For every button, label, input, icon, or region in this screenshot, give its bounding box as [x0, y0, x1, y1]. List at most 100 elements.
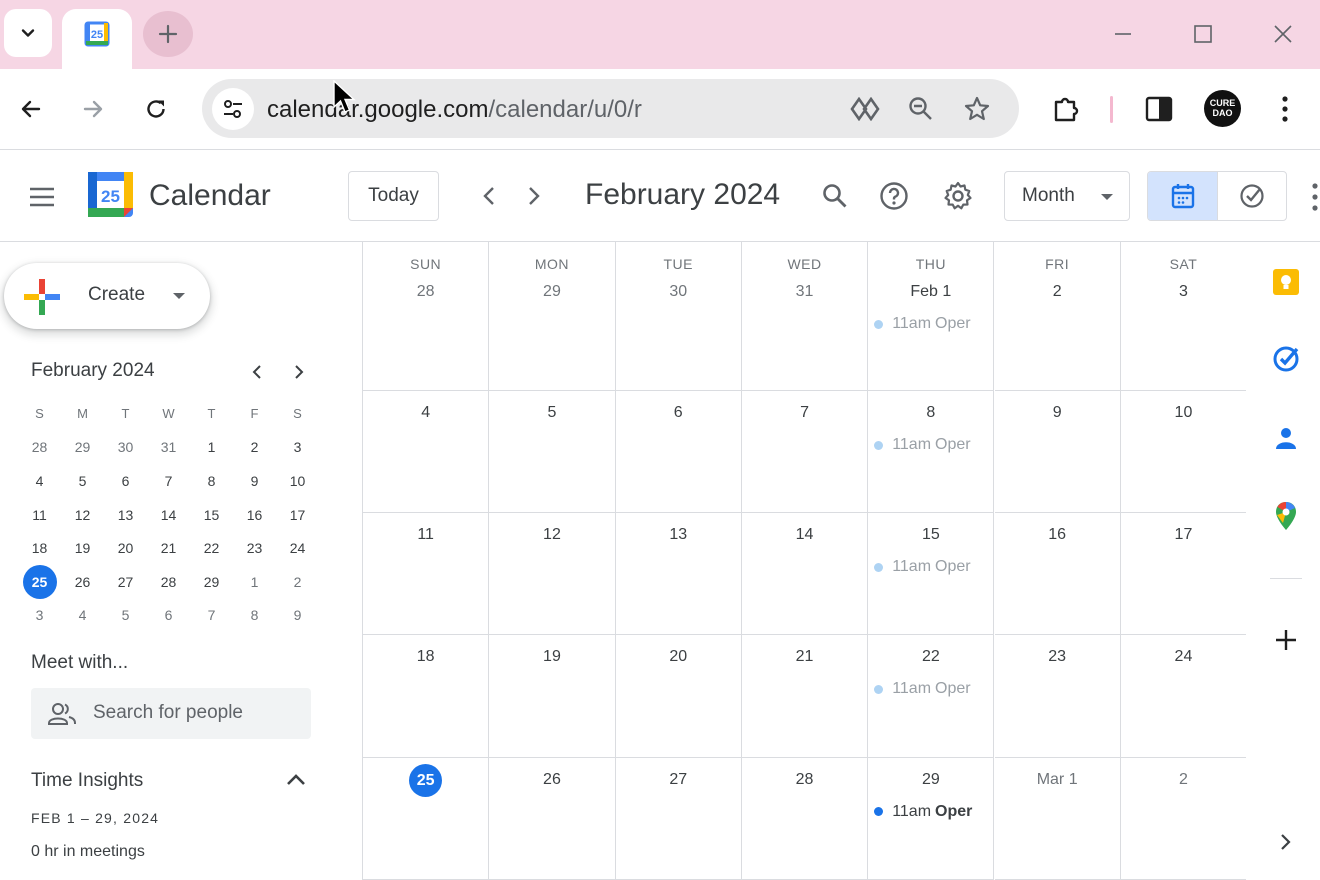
maps-button[interactable]	[1270, 500, 1302, 532]
month-day-cell[interactable]: WED 31	[741, 242, 869, 391]
month-day-cell[interactable]: 2	[1120, 757, 1248, 880]
day-number[interactable]: 29	[489, 283, 614, 301]
close-window-button[interactable]	[1263, 14, 1303, 54]
mini-calendar-day[interactable]: 1	[190, 431, 233, 465]
month-day-cell[interactable]: SUN 28	[363, 242, 490, 391]
mini-calendar-day[interactable]: 29	[61, 431, 104, 465]
mini-calendar-day[interactable]: 21	[147, 531, 190, 565]
mini-calendar-day[interactable]: 13	[104, 498, 147, 532]
day-number[interactable]: 21	[742, 648, 867, 666]
month-day-cell[interactable]: 23	[994, 635, 1121, 758]
mini-calendar-day[interactable]: 12	[61, 498, 104, 532]
mini-calendar-day[interactable]: 29	[190, 565, 233, 599]
day-number[interactable]: 26	[489, 771, 614, 789]
site-info-button[interactable]	[212, 88, 254, 130]
day-number[interactable]: 3	[1121, 283, 1246, 301]
day-number[interactable]: 12	[489, 526, 614, 544]
view-switcher-dropdown[interactable]: Month	[1004, 171, 1130, 221]
search-people-input[interactable]: Search for people	[31, 688, 311, 739]
extensions-button[interactable]	[1046, 89, 1086, 129]
mini-calendar-day[interactable]: 5	[104, 599, 147, 633]
day-number[interactable]: 22	[868, 648, 993, 666]
day-number[interactable]: 11	[363, 526, 488, 544]
day-number[interactable]: 14	[742, 526, 867, 544]
mini-calendar-day[interactable]: 31	[147, 431, 190, 465]
mini-calendar-day[interactable]: 15	[190, 498, 233, 532]
month-day-cell[interactable]: 15 11am Oper	[868, 513, 995, 635]
mini-calendar-previous-button[interactable]	[243, 358, 271, 386]
show-side-panel-button[interactable]	[1270, 826, 1302, 858]
month-day-cell[interactable]: 17	[1120, 513, 1248, 635]
month-day-cell[interactable]: 26	[489, 757, 616, 880]
more-options-icon[interactable]	[1305, 181, 1320, 213]
day-number[interactable]: 16	[995, 526, 1120, 544]
url-text[interactable]: calendar.google.com/calendar/u/0/r	[267, 96, 642, 124]
month-day-cell[interactable]: 4	[363, 391, 490, 513]
mini-calendar-day[interactable]: 1	[233, 565, 276, 599]
month-day-cell[interactable]: FRI 2	[994, 242, 1121, 391]
browser-menu-button[interactable]	[1265, 89, 1305, 129]
event-chip[interactable]: 11am Oper	[874, 680, 992, 698]
keep-button[interactable]	[1270, 266, 1302, 298]
tasks-view-toggle[interactable]	[1217, 172, 1286, 220]
zoom-button[interactable]	[901, 89, 941, 129]
reload-button[interactable]	[136, 89, 176, 129]
mini-calendar-day[interactable]: 28	[147, 565, 190, 599]
month-day-cell[interactable]: THU Feb 1 11am Oper	[868, 242, 995, 391]
month-day-cell[interactable]: 20	[615, 635, 742, 758]
day-number[interactable]: 23	[995, 648, 1120, 666]
mini-calendar-day[interactable]: 9	[233, 464, 276, 498]
mini-calendar-day[interactable]: 19	[61, 531, 104, 565]
day-number[interactable]: 18	[363, 648, 488, 666]
mini-calendar-day[interactable]: 5	[61, 464, 104, 498]
today-button[interactable]: Today	[348, 171, 439, 221]
mini-calendar-day[interactable]: 6	[104, 464, 147, 498]
month-day-cell[interactable]: 19	[489, 635, 616, 758]
month-day-cell[interactable]: 5	[489, 391, 616, 513]
month-day-cell[interactable]: 22 11am Oper	[868, 635, 995, 758]
maximize-button[interactable]	[1183, 14, 1223, 54]
mini-calendar-day[interactable]: 25	[18, 564, 61, 599]
day-number[interactable]: 28	[363, 283, 488, 301]
mini-calendar-day[interactable]: 26	[61, 565, 104, 599]
day-number[interactable]: 31	[742, 283, 867, 301]
create-button[interactable]: Create	[4, 263, 210, 329]
mini-calendar-day[interactable]: 6	[147, 599, 190, 633]
day-number[interactable]: 7	[742, 404, 867, 422]
month-day-cell[interactable]: 25	[363, 757, 490, 880]
next-month-button[interactable]	[513, 175, 555, 217]
month-day-cell[interactable]: MON 29	[489, 242, 616, 391]
day-number[interactable]: 13	[616, 526, 741, 544]
month-day-cell[interactable]: TUE 30	[615, 242, 742, 391]
main-menu-button[interactable]	[18, 173, 66, 221]
month-day-cell[interactable]: 24	[1120, 635, 1248, 758]
mini-calendar-day[interactable]: 24	[276, 531, 319, 565]
month-day-cell[interactable]: 21	[741, 635, 869, 758]
mini-calendar-day[interactable]: 23	[233, 531, 276, 565]
day-number[interactable]: 20	[616, 648, 741, 666]
search-button[interactable]	[814, 175, 856, 217]
day-number[interactable]: 30	[616, 283, 741, 301]
mini-calendar-day[interactable]: 22	[190, 531, 233, 565]
day-number[interactable]: 2	[1121, 771, 1246, 789]
day-number[interactable]: 6	[616, 404, 741, 422]
month-day-cell[interactable]: 18	[363, 635, 490, 758]
tasks-button[interactable]	[1270, 343, 1302, 375]
day-number[interactable]: 8	[868, 404, 993, 422]
bookmark-button[interactable]	[957, 89, 997, 129]
mini-calendar-day[interactable]: 2	[233, 431, 276, 465]
mini-calendar-day[interactable]: 17	[276, 498, 319, 532]
month-day-cell[interactable]: 13	[615, 513, 742, 635]
month-day-cell[interactable]: 11	[363, 513, 490, 635]
minimize-button[interactable]	[1103, 14, 1143, 54]
mini-calendar-day[interactable]: 3	[276, 431, 319, 465]
mini-calendar-day[interactable]: 3	[18, 599, 61, 633]
tab-search-button[interactable]	[4, 9, 52, 57]
month-day-cell[interactable]: 10	[1120, 391, 1248, 513]
get-add-ons-button[interactable]	[1270, 624, 1302, 656]
mini-calendar-day[interactable]: 18	[18, 531, 61, 565]
calendar-view-toggle[interactable]	[1148, 172, 1217, 220]
contacts-button[interactable]	[1270, 422, 1302, 454]
side-panel-button[interactable]	[1139, 89, 1179, 129]
support-button[interactable]	[873, 175, 915, 217]
